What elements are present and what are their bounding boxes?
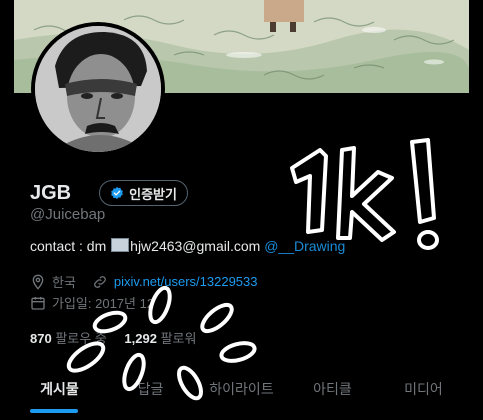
followers-label: 팔로워 [160,331,197,346]
doodle-letter-k [336,146,396,242]
tab-replies-label: 답글 [137,381,164,397]
display-name: JGB [30,181,72,204]
profile-handle: @Juicebap [30,206,106,223]
tab-media-label: 미디어 [404,381,443,397]
tab-posts-label: 게시물 [40,381,79,397]
bio-prefix: contact : dm [30,238,111,254]
following-label: 팔로우 중 [55,331,107,346]
joined-date: 가입일: 2017년 12월 [52,296,167,311]
right-edge [469,0,483,420]
sparkle-stroke [219,341,257,363]
tab-posts[interactable]: 게시물 [14,365,105,420]
profile-bio: contact : dm hjw2463@gmail.com @__Drawin… [30,238,345,254]
tab-highlights[interactable]: 하이라이트 [196,365,287,420]
sparkle-stroke [200,302,234,334]
get-verified-button[interactable]: 인증받기 [99,180,188,206]
followers-link[interactable]: 1,292 팔로워 [124,331,196,346]
verified-badge-icon [111,186,123,200]
tab-media[interactable]: 미디어 [378,365,469,420]
tab-replies[interactable]: 답글 [105,365,196,420]
profile-avatar[interactable] [31,22,165,156]
active-tab-indicator [30,409,78,413]
followers-count: 1,292 [124,331,157,346]
avatar-portrait [35,26,161,152]
name-row: JGB 인증받기 [30,180,188,206]
tab-articles-label: 아티클 [313,381,352,397]
following-link[interactable]: 870 팔로우 중 [30,331,107,346]
location-pin-icon [32,274,44,290]
following-count: 870 [30,331,52,346]
bio-mention-link[interactable]: @__Drawing [260,238,345,254]
tab-highlights-label: 하이라이트 [209,381,274,397]
website-link[interactable]: pixiv.net/users/13229533 [114,274,258,289]
doodle-digit-one [290,148,328,234]
left-edge [0,0,14,420]
envelope-emoji-icon [111,238,130,252]
doodle-exclamation-bar [410,138,436,224]
profile-meta-row: 한국 pixiv.net/users/13229533 [30,272,258,291]
profile-tabs: 게시물 답글 하이라이트 아티클 미디어 [14,365,469,420]
bio-email: hjw2463@gmail.com [130,238,261,254]
get-verified-label: 인증받기 [129,186,177,202]
calendar-icon [31,296,45,310]
tab-articles[interactable]: 아티클 [287,365,378,420]
profile-screen: JGB 인증받기 @Juicebap contact : dm hjw2463@… [0,0,483,420]
follow-counts: 870 팔로우 중 1,292 팔로워 [30,328,196,347]
avatar-image [35,26,161,152]
location-text: 한국 [52,275,76,290]
doodle-exclamation-dot [417,230,439,250]
joined-row: 가입일: 2017년 12월 [30,293,166,312]
link-icon [94,275,106,288]
